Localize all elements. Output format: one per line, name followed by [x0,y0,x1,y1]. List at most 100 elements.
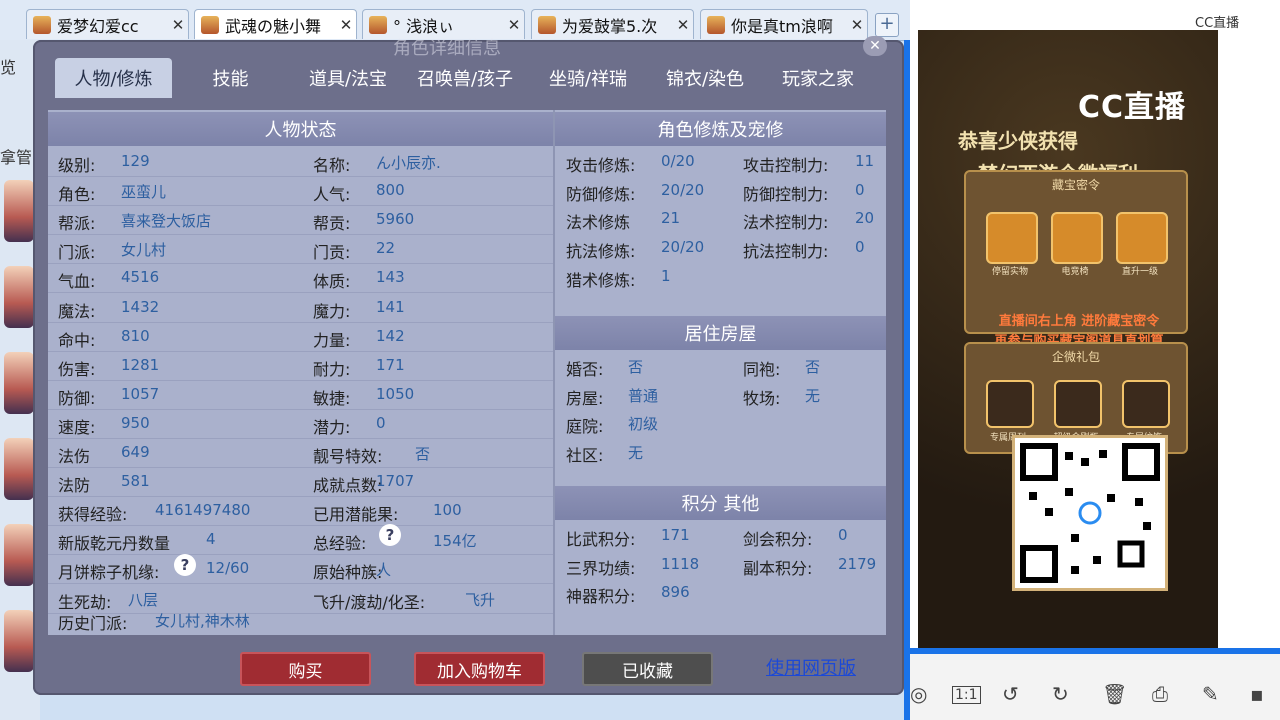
field-value: 否 [628,358,644,376]
field-label: 抗法修炼: [566,242,636,262]
field-label: 原始种族: [313,563,383,583]
chest-icon [986,212,1038,264]
field-label: 牧场: [743,388,781,408]
ratio-button[interactable]: 1:1 [952,686,981,704]
chair-icon [1051,212,1103,264]
field-value: 0 [376,413,386,432]
close-icon[interactable]: ✕ [168,16,188,34]
tab-items[interactable]: 道具/法宝 [293,58,403,98]
avatar[interactable] [4,352,34,414]
saved-button[interactable]: 已收藏 [582,652,713,686]
field-label: 潜力: [313,417,351,437]
avatar[interactable] [4,180,34,242]
add-to-cart-button[interactable]: 加入购物车 [414,652,545,686]
field-label: 同袍: [743,360,781,379]
card-title: 企微礼包 [1051,350,1100,364]
window-title: 角色详细信息 [393,38,501,59]
housing-header: 居住房屋 [555,316,886,350]
field-value: 2179 [838,554,877,573]
field-label: 帮派: [58,214,96,234]
field-value: 1057 [121,384,160,403]
item-label: 直升一级 [1121,267,1158,277]
field-value: 人 [376,561,392,580]
delete-icon[interactable]: 🗑 [1102,682,1127,706]
close-icon[interactable]: ✕ [504,16,524,34]
help-icon[interactable]: ? [379,524,401,546]
field-label: 猎术修炼: [566,270,636,290]
field-value: 22 [376,239,396,258]
field-value: 20/20 [661,238,705,257]
reward-card: 藏宝密令 停留实物 电竞椅 直升一级 [964,170,1188,334]
field-label: 成就点数: [313,476,383,496]
more-icon[interactable]: ▪ [1250,682,1264,706]
help-icon[interactable]: ? [174,554,196,576]
zoom-out-icon[interactable]: ◎ [910,682,927,706]
close-icon[interactable]: ✕ [673,16,693,34]
sidebar-text: 拿管 [0,148,33,167]
field-value: 896 [661,583,690,601]
tab-favicon-icon [707,15,725,34]
tab-costume[interactable]: 锦衣/染色 [650,58,760,98]
avatar[interactable] [4,438,34,500]
qr-code-graphic [1020,443,1160,583]
points-header: 积分 其他 [555,486,886,520]
field-value: 0 [838,526,848,544]
bottom-toolbar: ◎ 1:1 ↺ ↻ 🗑 ⎙ ✎ ▪ [910,648,1280,720]
row-divider [48,467,553,468]
sidebar-text: 览 [0,58,17,77]
close-icon[interactable]: ✕ [863,36,887,56]
browser-tab[interactable]: 你是真tm浪啊 ✕ [700,9,868,39]
field-label: 新版乾元丹数量 [58,534,171,554]
field-value: 141 [376,297,405,316]
avatar[interactable] [4,524,34,586]
field-value: 普通 [628,386,659,405]
edit-icon[interactable]: ✎ [1202,682,1219,706]
tab-label: 你是真tm浪啊 [731,16,833,36]
cc-logo: CC直播 [1078,90,1187,125]
row-divider [48,554,553,556]
item-label: 电竞椅 [1061,267,1089,277]
field-label: 飞升/渡劫/化圣: [313,592,426,612]
field-label: 力量: [313,330,351,350]
browser-tab[interactable]: 为爱鼓掌5.次 ✕ [531,9,694,39]
close-icon[interactable]: ✕ [336,16,356,34]
tab-pets[interactable]: 召唤兽/孩子 [409,58,521,98]
field-value: 4 [206,530,216,549]
field-label: 剑会积分: [743,530,813,549]
field-label: 门贡: [313,243,351,263]
field-value: 154亿 [433,532,477,551]
field-value: 100 [433,501,462,520]
web-version-link[interactable]: 使用网页版 [766,654,856,680]
field-value: 飞升 [465,590,496,609]
browser-tab[interactable]: 爱梦幻爱cc ✕ [26,9,189,39]
tab-mounts[interactable]: 坐骑/祥瑞 [533,58,643,98]
field-value: 20 [855,209,875,228]
print-icon[interactable]: ⎙ [1152,682,1168,706]
field-label: 靓号特效: [313,447,383,466]
row-divider [48,176,553,177]
rotate-left-icon[interactable]: ↺ [1002,682,1019,706]
item-label: 停留实物 [991,267,1028,277]
buy-button[interactable]: 购买 [240,652,371,686]
field-label: 耐力: [313,359,351,379]
browser-tab-active[interactable]: 武魂の魅小舞 ✕ [194,9,357,39]
avatar[interactable] [4,610,34,672]
row-divider [48,263,553,265]
field-value: 0/20 [661,152,695,170]
gift-icon [1122,380,1170,428]
rotate-right-icon[interactable]: ↻ [1052,682,1069,706]
close-icon[interactable]: ✕ [847,16,867,34]
field-value: 1050 [376,384,415,403]
tab-favicon-icon [201,15,219,34]
tab-label: ° 浅浪ぃ [393,16,455,36]
field-label: 法术修炼 [566,213,631,233]
tab-character[interactable]: 人物/修炼 [55,58,172,98]
avatar[interactable] [4,266,34,328]
new-tab-plus-icon[interactable]: + [875,13,899,37]
tab-home[interactable]: 玩家之家 [763,58,873,98]
tab-favicon-icon [538,15,556,34]
tab-skills[interactable]: 技能 [183,58,278,98]
field-value: 581 [121,472,150,491]
field-value: 喜来登大饭店 [121,212,212,231]
info-panel: 人物状态 级别: 129 名称: ん小辰亦. 角色: 巫蛮儿 人气: 800 帮派: 喜来登大饭店… [48,110,886,635]
